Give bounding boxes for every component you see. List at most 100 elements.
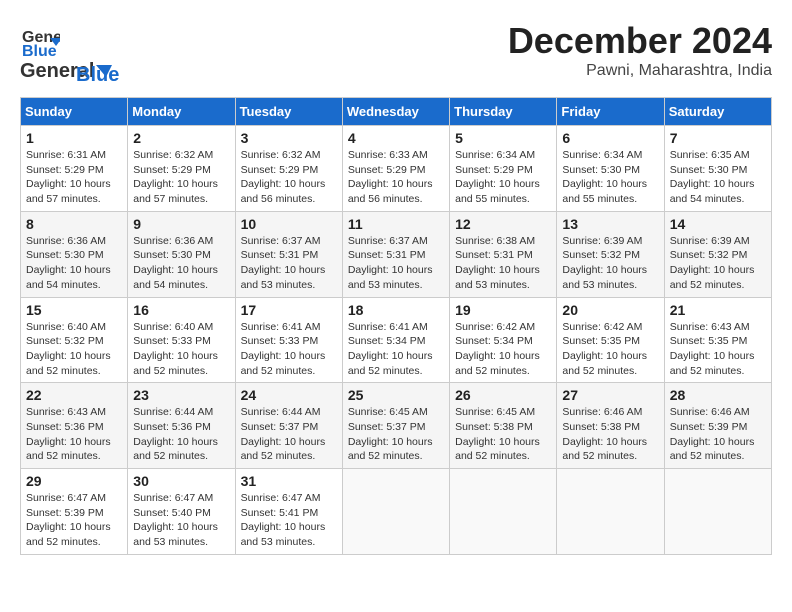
calendar-cell: 3 Sunrise: 6:32 AM Sunset: 5:29 PM Daylig…: [235, 126, 342, 212]
calendar-cell: 22 Sunrise: 6:43 AM Sunset: 5:36 PM Dayli…: [21, 383, 128, 469]
calendar-cell: 6 Sunrise: 6:34 AM Sunset: 5:30 PM Daylig…: [557, 126, 664, 212]
day-info: Sunrise: 6:45 AM Sunset: 5:37 PM Dayligh…: [348, 405, 444, 464]
day-info: Sunrise: 6:38 AM Sunset: 5:31 PM Dayligh…: [455, 234, 551, 293]
calendar-cell: 30 Sunrise: 6:47 AM Sunset: 5:40 PM Dayli…: [128, 469, 235, 555]
svg-text:Blue: Blue: [22, 43, 57, 60]
calendar-cell: 5Sunrise: 6:34 AM Sunset: 5:29 PM Daylig…: [450, 126, 557, 212]
calendar-cell: 2Sunrise: 6:32 AM Sunset: 5:29 PM Daylig…: [128, 126, 235, 212]
day-info: Sunrise: 6:36 AM Sunset: 5:30 PM Dayligh…: [26, 234, 122, 293]
day-number: 29: [26, 473, 122, 489]
day-number: 15: [26, 302, 122, 318]
calendar-cell: 12 Sunrise: 6:38 AM Sunset: 5:31 PM Dayli…: [450, 211, 557, 297]
day-number: 2: [133, 130, 229, 146]
day-number: 19: [455, 302, 551, 318]
page-header: General Blue General Blue December 2024 …: [20, 20, 772, 87]
day-number: 10: [241, 216, 337, 232]
day-number: 3: [241, 130, 337, 146]
calendar-cell: 27Sunrise: 6:46 AM Sunset: 5:38 PM Dayli…: [557, 383, 664, 469]
calendar-body: 1 Sunrise: 6:31 AM Sunset: 5:29 PM Daylig…: [21, 126, 772, 555]
day-info: Sunrise: 6:47 AM Sunset: 5:41 PM Dayligh…: [241, 491, 337, 550]
day-info: Sunrise: 6:34 AM Sunset: 5:30 PM Dayligh…: [562, 148, 658, 207]
day-info: Sunrise: 6:43 AM Sunset: 5:35 PM Dayligh…: [670, 320, 766, 379]
header-row: SundayMondayTuesdayWednesdayThursdayFrid…: [21, 98, 772, 126]
calendar-week-1: 1 Sunrise: 6:31 AM Sunset: 5:29 PM Daylig…: [21, 126, 772, 212]
day-number: 22: [26, 387, 122, 403]
calendar-cell: 19Sunrise: 6:42 AM Sunset: 5:34 PM Dayli…: [450, 297, 557, 383]
day-number: 26: [455, 387, 551, 403]
day-number: 11: [348, 216, 444, 232]
calendar-cell: [450, 469, 557, 555]
day-number: 18: [348, 302, 444, 318]
calendar-cell: 17 Sunrise: 6:41 AM Sunset: 5:33 PM Dayli…: [235, 297, 342, 383]
day-info: Sunrise: 6:39 AM Sunset: 5:32 PM Dayligh…: [562, 234, 658, 293]
day-info: Sunrise: 6:41 AM Sunset: 5:33 PM Dayligh…: [241, 320, 337, 379]
day-info: Sunrise: 6:36 AM Sunset: 5:30 PM Dayligh…: [133, 234, 229, 293]
calendar-cell: 1 Sunrise: 6:31 AM Sunset: 5:29 PM Daylig…: [21, 126, 128, 212]
day-number: 24: [241, 387, 337, 403]
calendar-cell: 18 Sunrise: 6:41 AM Sunset: 5:34 PM Dayli…: [342, 297, 449, 383]
day-info: Sunrise: 6:35 AM Sunset: 5:30 PM Dayligh…: [670, 148, 766, 207]
calendar-cell: 11 Sunrise: 6:37 AM Sunset: 5:31 PM Dayli…: [342, 211, 449, 297]
day-info: Sunrise: 6:34 AM Sunset: 5:29 PM Dayligh…: [455, 148, 551, 207]
day-number: 1: [26, 130, 122, 146]
day-number: 16: [133, 302, 229, 318]
logo-blue: Blue: [76, 64, 119, 87]
day-info: Sunrise: 6:47 AM Sunset: 5:39 PM Dayligh…: [26, 491, 122, 550]
day-info: Sunrise: 6:40 AM Sunset: 5:32 PM Dayligh…: [26, 320, 122, 379]
title-area: December 2024 Pawni, Maharashtra, India: [508, 20, 772, 80]
day-info: Sunrise: 6:41 AM Sunset: 5:34 PM Dayligh…: [348, 320, 444, 379]
day-number: 13: [562, 216, 658, 232]
day-info: Sunrise: 6:31 AM Sunset: 5:29 PM Dayligh…: [26, 148, 122, 207]
day-info: Sunrise: 6:45 AM Sunset: 5:38 PM Dayligh…: [455, 405, 551, 464]
day-info: Sunrise: 6:46 AM Sunset: 5:39 PM Dayligh…: [670, 405, 766, 464]
calendar-week-4: 22 Sunrise: 6:43 AM Sunset: 5:36 PM Dayli…: [21, 383, 772, 469]
day-number: 30: [133, 473, 229, 489]
calendar-cell: 26 Sunrise: 6:45 AM Sunset: 5:38 PM Dayli…: [450, 383, 557, 469]
calendar-cell: 29 Sunrise: 6:47 AM Sunset: 5:39 PM Dayli…: [21, 469, 128, 555]
subtitle: Pawni, Maharashtra, India: [508, 62, 772, 80]
day-info: Sunrise: 6:47 AM Sunset: 5:40 PM Dayligh…: [133, 491, 229, 550]
calendar-header: SundayMondayTuesdayWednesdayThursdayFrid…: [21, 98, 772, 126]
calendar-cell: 28Sunrise: 6:46 AM Sunset: 5:39 PM Dayli…: [664, 383, 771, 469]
calendar-cell: 8Sunrise: 6:36 AM Sunset: 5:30 PM Daylig…: [21, 211, 128, 297]
calendar-cell: 25 Sunrise: 6:45 AM Sunset: 5:37 PM Dayli…: [342, 383, 449, 469]
calendar-cell: [557, 469, 664, 555]
day-info: Sunrise: 6:33 AM Sunset: 5:29 PM Dayligh…: [348, 148, 444, 207]
day-number: 17: [241, 302, 337, 318]
calendar-week-5: 29 Sunrise: 6:47 AM Sunset: 5:39 PM Dayli…: [21, 469, 772, 555]
day-number: 20: [562, 302, 658, 318]
calendar-cell: 23Sunrise: 6:44 AM Sunset: 5:36 PM Dayli…: [128, 383, 235, 469]
day-number: 27: [562, 387, 658, 403]
day-info: Sunrise: 6:44 AM Sunset: 5:36 PM Dayligh…: [133, 405, 229, 464]
day-number: 14: [670, 216, 766, 232]
calendar-cell: 15 Sunrise: 6:40 AM Sunset: 5:32 PM Dayli…: [21, 297, 128, 383]
day-number: 6: [562, 130, 658, 146]
calendar-cell: 13 Sunrise: 6:39 AM Sunset: 5:32 PM Dayli…: [557, 211, 664, 297]
calendar-cell: 7Sunrise: 6:35 AM Sunset: 5:30 PM Daylig…: [664, 126, 771, 212]
header-cell-monday: Monday: [128, 98, 235, 126]
header-cell-thursday: Thursday: [450, 98, 557, 126]
day-info: Sunrise: 6:42 AM Sunset: 5:35 PM Dayligh…: [562, 320, 658, 379]
day-number: 9: [133, 216, 229, 232]
day-number: 25: [348, 387, 444, 403]
main-title: December 2024: [508, 20, 772, 62]
day-info: Sunrise: 6:32 AM Sunset: 5:29 PM Dayligh…: [241, 148, 337, 207]
calendar-cell: [342, 469, 449, 555]
day-info: Sunrise: 6:37 AM Sunset: 5:31 PM Dayligh…: [348, 234, 444, 293]
calendar-cell: 4 Sunrise: 6:33 AM Sunset: 5:29 PM Daylig…: [342, 126, 449, 212]
logo: General Blue General Blue: [20, 20, 119, 87]
day-number: 21: [670, 302, 766, 318]
day-number: 12: [455, 216, 551, 232]
day-info: Sunrise: 6:37 AM Sunset: 5:31 PM Dayligh…: [241, 234, 337, 293]
calendar-cell: 21 Sunrise: 6:43 AM Sunset: 5:35 PM Dayli…: [664, 297, 771, 383]
day-info: Sunrise: 6:39 AM Sunset: 5:32 PM Dayligh…: [670, 234, 766, 293]
calendar-cell: 9 Sunrise: 6:36 AM Sunset: 5:30 PM Daylig…: [128, 211, 235, 297]
day-info: Sunrise: 6:43 AM Sunset: 5:36 PM Dayligh…: [26, 405, 122, 464]
calendar-cell: 24Sunrise: 6:44 AM Sunset: 5:37 PM Dayli…: [235, 383, 342, 469]
calendar-week-2: 8Sunrise: 6:36 AM Sunset: 5:30 PM Daylig…: [21, 211, 772, 297]
calendar-table: SundayMondayTuesdayWednesdayThursdayFrid…: [20, 97, 772, 555]
header-cell-sunday: Sunday: [21, 98, 128, 126]
day-number: 31: [241, 473, 337, 489]
calendar-cell: 31 Sunrise: 6:47 AM Sunset: 5:41 PM Dayli…: [235, 469, 342, 555]
day-number: 4: [348, 130, 444, 146]
